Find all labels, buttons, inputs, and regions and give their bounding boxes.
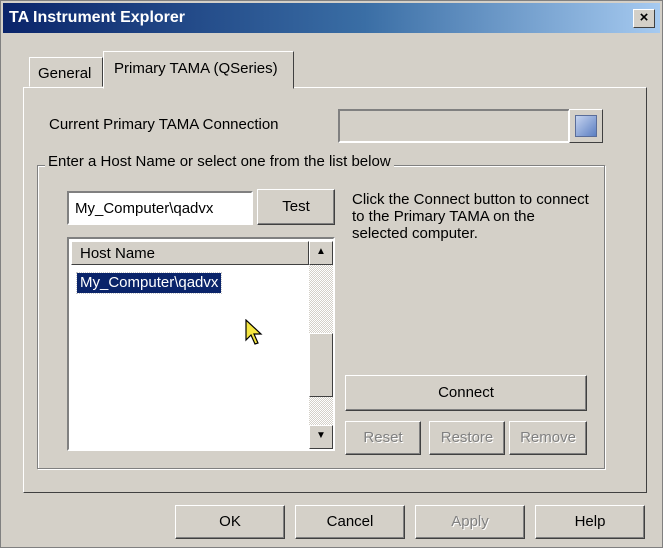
help-button-label: Help bbox=[574, 513, 606, 530]
title-bar[interactable]: TA Instrument Explorer × bbox=[3, 3, 660, 33]
reset-button-label: Reset bbox=[363, 429, 403, 446]
help-button[interactable]: Help bbox=[535, 505, 645, 539]
ok-button[interactable]: OK bbox=[175, 505, 285, 539]
close-button[interactable]: × bbox=[633, 9, 655, 28]
tab-primary-tama[interactable]: Primary TAMA (QSeries) bbox=[103, 51, 294, 89]
reset-button[interactable]: Reset bbox=[345, 421, 421, 455]
network-icon bbox=[575, 115, 597, 137]
remove-button[interactable]: Remove bbox=[509, 421, 587, 455]
column-header-label: Host Name bbox=[80, 245, 156, 262]
host-name-input[interactable]: My_Computer\qadvx bbox=[67, 191, 253, 225]
arrow-up-icon[interactable]: ▲ bbox=[309, 241, 333, 265]
connect-button-label: Connect bbox=[438, 384, 494, 401]
tab-general[interactable]: General bbox=[29, 57, 103, 87]
connect-help-text: Click the Connect button to connect to t… bbox=[352, 191, 589, 242]
list-item[interactable]: My_Computer\qadvx bbox=[75, 272, 223, 294]
test-button[interactable]: Test bbox=[257, 189, 335, 225]
tab-general-label: General bbox=[38, 65, 92, 82]
group-legend: Enter a Host Name or select one from the… bbox=[45, 153, 394, 170]
column-header-host-name[interactable]: Host Name bbox=[71, 241, 309, 265]
restore-button-label: Restore bbox=[440, 429, 494, 446]
host-name-input-value: My_Computer\qadvx bbox=[75, 200, 214, 217]
arrow-down-icon[interactable]: ▼ bbox=[309, 425, 333, 449]
connect-button[interactable]: Connect bbox=[345, 375, 587, 411]
apply-button-label: Apply bbox=[451, 513, 489, 530]
connection-browse-button[interactable] bbox=[569, 109, 603, 143]
scroll-thumb[interactable] bbox=[309, 333, 333, 397]
cancel-button-label: Cancel bbox=[326, 513, 374, 530]
connection-label: Current Primary TAMA Connection bbox=[49, 116, 279, 133]
tab-primary-tama-label: Primary TAMA (QSeries) bbox=[114, 60, 278, 77]
host-list[interactable]: Host Name My_Computer\qadvx ▲ ▼ bbox=[67, 237, 335, 451]
dialog-window: TA Instrument Explorer × General Primary… bbox=[0, 0, 663, 548]
window-title: TA Instrument Explorer bbox=[9, 9, 186, 26]
apply-button[interactable]: Apply bbox=[415, 505, 525, 539]
remove-button-label: Remove bbox=[520, 429, 576, 446]
list-scrollbar[interactable]: ▲ ▼ bbox=[309, 241, 333, 449]
cancel-button[interactable]: Cancel bbox=[295, 505, 405, 539]
ok-button-label: OK bbox=[219, 513, 241, 530]
test-button-label: Test bbox=[282, 198, 310, 215]
mouse-cursor-icon bbox=[245, 319, 263, 345]
connection-field bbox=[338, 109, 570, 143]
restore-button[interactable]: Restore bbox=[429, 421, 505, 455]
